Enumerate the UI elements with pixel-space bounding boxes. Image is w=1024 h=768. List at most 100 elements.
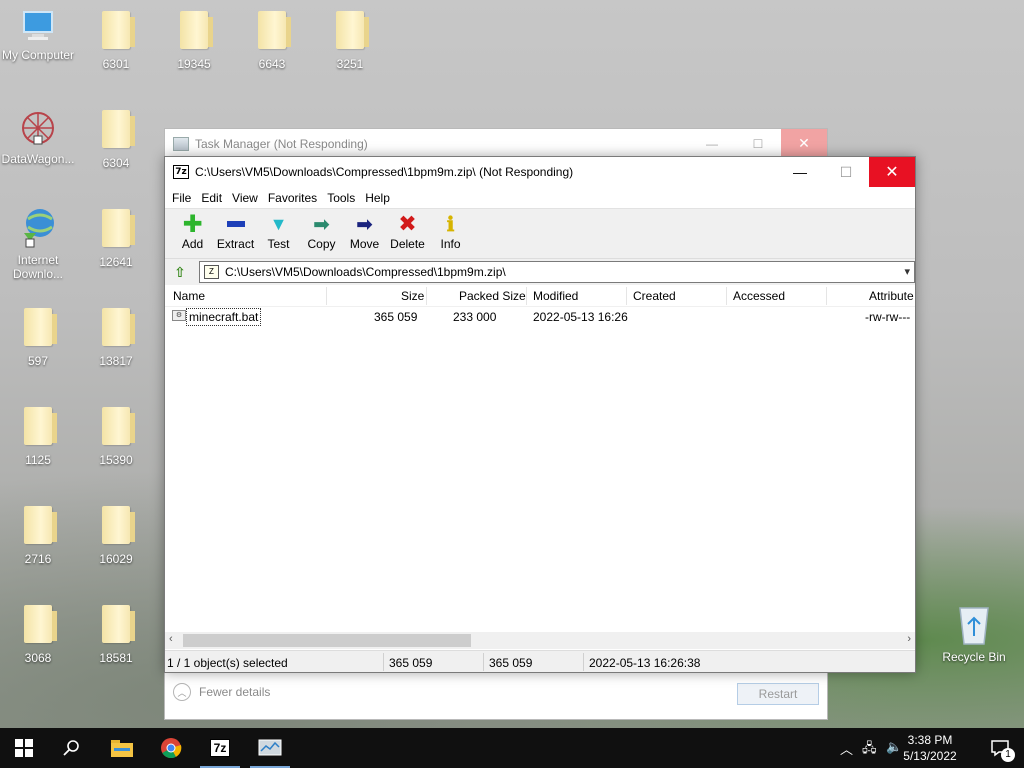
status-modified: 2022-05-13 16:26:38 <box>589 656 701 670</box>
chevron-up-icon[interactable]: ︿ <box>840 739 853 758</box>
test-button[interactable]: ▼ Test <box>257 213 300 252</box>
copy-button[interactable]: ➡ Copy <box>300 213 343 252</box>
desktop-folder-3251[interactable]: 3251 <box>312 11 388 71</box>
folder-icon <box>102 308 135 346</box>
scrollbar-thumb[interactable] <box>183 634 471 647</box>
delete-icon: ✖ <box>398 211 417 236</box>
menu-help[interactable]: Help <box>360 191 395 205</box>
desktop-folder-13817[interactable]: 13817 <box>78 308 154 368</box>
file-size: 365 059 <box>374 310 418 324</box>
7zip-icon: 7z <box>209 739 231 757</box>
column-attributes[interactable]: Attribute <box>869 289 914 303</box>
desktop-folder-18581[interactable]: 18581 <box>78 605 154 665</box>
desktop-folder-6643[interactable]: 6643 <box>234 11 310 71</box>
column-modified[interactable]: Modified <box>533 289 578 303</box>
minimize-button[interactable]: — <box>777 157 823 187</box>
status-selected: 1 / 1 object(s) selected <box>167 656 288 670</box>
folder-icon <box>24 407 57 445</box>
task-manager-icon <box>258 739 282 756</box>
search-button[interactable] <box>48 728 96 768</box>
chrome-taskbar-button[interactable] <box>147 728 195 768</box>
7zip-titlebar[interactable]: 7z C:\Users\VM5\Downloads\Compressed\1bp… <box>165 157 915 187</box>
task-manager-title: Task Manager (Not Responding) <box>195 137 368 151</box>
folder-icon <box>336 11 369 49</box>
menu-favorites[interactable]: Favorites <box>263 191 322 205</box>
desktop-folder-16029[interactable]: 16029 <box>78 506 154 566</box>
archive-icon: Z <box>203 265 219 279</box>
scroll-right-icon[interactable]: › <box>907 633 911 645</box>
menu-file[interactable]: File <box>167 191 196 205</box>
desktop-folder-6301[interactable]: 6301 <box>78 11 154 71</box>
file-explorer-taskbar-button[interactable] <box>98 728 146 768</box>
task-manager-close-button[interactable]: ✕ <box>781 129 827 158</box>
desktop-folder-15390[interactable]: 15390 <box>78 407 154 467</box>
scroll-left-icon[interactable]: ‹ <box>169 633 173 645</box>
table-row[interactable]: ⚙ minecraft.bat 365 059 233 000 2022-05-… <box>165 307 915 327</box>
7zip-window[interactable]: 7z C:\Users\VM5\Downloads\Compressed\1bp… <box>164 156 916 673</box>
close-button[interactable]: ✕ <box>869 157 915 187</box>
horizontal-scrollbar[interactable]: ‹ › <box>165 632 915 649</box>
task-manager-maximize-button[interactable]: ☐ <box>735 129 781 158</box>
file-list[interactable]: Name Size Packed Size Modified Created A… <box>165 285 915 632</box>
fewer-details-button[interactable]: ︿ Fewer details <box>173 683 270 701</box>
status-size: 365 059 <box>389 656 433 670</box>
desktop-icon-my-computer[interactable]: My Computer <box>0 8 76 62</box>
task-manager-taskbar-button[interactable] <box>246 728 294 768</box>
start-button[interactable] <box>0 728 48 768</box>
taskbar: 7z ︿ 🖧 🔈 3:38 PM 5/13/2022 1 <box>0 728 1024 768</box>
desktop-icon-datawagon[interactable]: DataWagon... <box>0 108 76 166</box>
menu-edit[interactable]: Edit <box>196 191 227 205</box>
search-icon <box>63 740 79 756</box>
desktop-folder-1125[interactable]: 1125 <box>0 407 76 467</box>
desktop-folder-6304[interactable]: 6304 <box>78 110 154 170</box>
folder-icon <box>24 308 57 346</box>
status-packed: 365 059 <box>489 656 533 670</box>
folder-up-button[interactable]: ⇧ <box>169 262 191 282</box>
restart-button[interactable]: Restart <box>737 683 819 705</box>
folder-icon <box>258 11 291 49</box>
menu-tools[interactable]: Tools <box>322 191 360 205</box>
desktop-folder-12641[interactable]: 12641 <box>78 209 154 269</box>
chevron-down-icon[interactable]: ▾ <box>904 265 910 278</box>
info-button[interactable]: ℹ Info <box>429 212 472 251</box>
column-accessed[interactable]: Accessed <box>733 289 785 303</box>
test-icon: ▼ <box>269 213 288 234</box>
network-icon[interactable]: 🖧 <box>862 739 877 761</box>
desktop-folder-3068[interactable]: 3068 <box>0 605 76 665</box>
move-button[interactable]: ➡ Move <box>343 213 386 252</box>
extract-button[interactable]: Extract <box>214 213 257 251</box>
desktop-folder-597[interactable]: 597 <box>0 308 76 368</box>
notification-center-button[interactable]: 1 <box>976 728 1024 768</box>
column-name[interactable]: Name <box>173 289 205 303</box>
desktop-icon-recycle-bin[interactable]: Recycle Bin <box>936 602 1012 664</box>
recycle-bin-icon <box>959 607 989 645</box>
folder-icon <box>24 506 57 544</box>
status-bar: 1 / 1 object(s) selected 365 059 365 059… <box>165 650 915 672</box>
clock-time: 3:38 PM <box>907 733 953 747</box>
task-manager-icon <box>173 137 189 151</box>
column-created[interactable]: Created <box>633 289 676 303</box>
column-packed-size[interactable]: Packed Size <box>459 289 526 303</box>
chrome-icon <box>161 738 182 759</box>
maximize-button[interactable]: ☐ <box>823 157 869 187</box>
menu-view[interactable]: View <box>227 191 263 205</box>
delete-button[interactable]: ✖ Delete <box>386 211 429 251</box>
windows-icon <box>15 739 33 757</box>
info-icon: ℹ <box>446 212 455 236</box>
add-button[interactable]: ✚ Add <box>171 211 214 252</box>
task-manager-minimize-button[interactable]: — <box>689 129 735 158</box>
7zip-logo-icon: 7z <box>173 165 189 179</box>
desktop-folder-2716[interactable]: 2716 <box>0 506 76 566</box>
file-attributes: -rw-rw--- <box>865 310 911 324</box>
column-size[interactable]: Size <box>401 289 424 303</box>
desktop-folder-19345[interactable]: 19345 <box>156 11 232 71</box>
7zip-taskbar-button[interactable]: 7z <box>196 728 244 768</box>
copy-icon: ➡ <box>313 213 330 236</box>
task-manager-footer: ︿ Fewer details Restart <box>165 671 827 719</box>
address-input[interactable]: Z C:\Users\VM5\Downloads\Compressed\1bpm… <box>198 261 915 283</box>
globe-download-icon <box>24 209 54 248</box>
folder-icon <box>102 407 135 445</box>
desktop-icon-internet-download-manager[interactable]: Internet Downlo... <box>0 205 76 281</box>
clock[interactable]: 3:38 PM 5/13/2022 <box>890 732 970 764</box>
folder-icon <box>102 605 135 643</box>
